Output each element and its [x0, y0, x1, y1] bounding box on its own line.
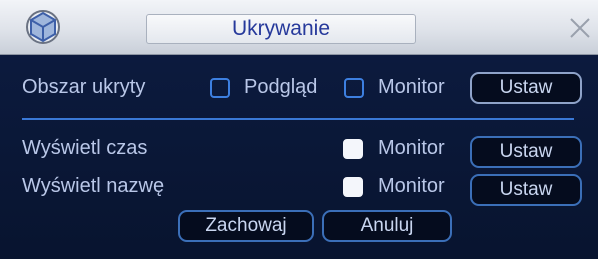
window-title: Ukrywanie — [146, 14, 416, 44]
privacy-area-label: Obszar ukryty — [22, 76, 146, 98]
cancel-button[interactable]: Anuluj — [322, 210, 452, 242]
title-bar: Ukrywanie — [0, 0, 598, 55]
privacy-mask-dialog: Ukrywanie Obszar ukryty Podgląd Monitor … — [0, 0, 598, 259]
save-button[interactable]: Zachowaj — [178, 210, 314, 242]
mask-monitor-checkbox[interactable] — [344, 78, 364, 98]
name-set-button[interactable]: Ustaw — [470, 174, 582, 206]
mask-monitor-label: Monitor — [378, 76, 445, 98]
section-divider — [22, 118, 574, 120]
preview-label: Podgląd — [244, 76, 318, 98]
preview-checkbox[interactable] — [210, 78, 230, 98]
name-monitor-label: Monitor — [378, 175, 445, 197]
show-time-label: Wyświetl czas — [22, 137, 148, 159]
close-icon[interactable] — [568, 16, 592, 40]
app-logo-icon — [26, 10, 60, 44]
name-monitor-checkbox[interactable] — [343, 177, 363, 197]
time-set-button[interactable]: Ustaw — [470, 136, 582, 168]
time-monitor-label: Monitor — [378, 137, 445, 159]
time-monitor-checkbox[interactable] — [343, 139, 363, 159]
show-name-label: Wyświetl nazwę — [22, 175, 165, 197]
mask-set-button[interactable]: Ustaw — [470, 72, 582, 104]
